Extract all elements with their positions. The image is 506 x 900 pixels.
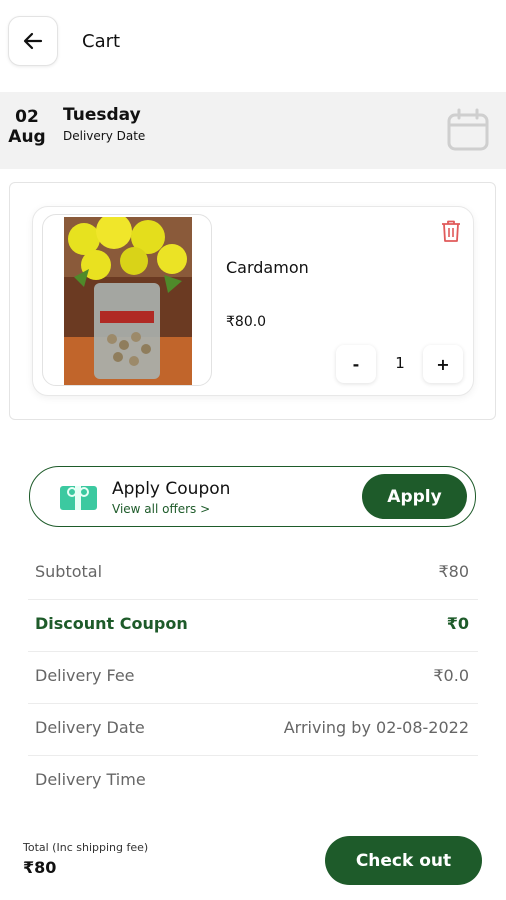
- view-offers-link[interactable]: View all offers >: [112, 502, 210, 516]
- summary-row-delivery-time: Delivery Time: [28, 756, 478, 808]
- total-value: ₹80: [23, 858, 57, 877]
- summary-row-delivery-fee: Delivery Fee ₹0.0: [28, 652, 478, 704]
- summary-row-discount: Discount Coupon ₹0: [28, 600, 478, 652]
- delivery-date-label: Delivery Date: [63, 129, 146, 143]
- apply-coupon-button[interactable]: Apply: [362, 474, 467, 519]
- summary-label: Delivery Date: [35, 718, 145, 737]
- summary-label: Discount Coupon: [35, 614, 188, 633]
- summary-value: ₹0.0: [433, 666, 469, 685]
- delivery-weekday: Tuesday: [63, 105, 141, 125]
- quantity-decrease-button[interactable]: -: [336, 345, 376, 383]
- trash-icon[interactable]: [440, 219, 462, 243]
- arrow-left-icon: [23, 32, 43, 50]
- product-price: ₹80.0: [226, 314, 267, 330]
- coupon-title: Apply Coupon: [112, 479, 231, 499]
- checkout-button[interactable]: Check out: [325, 836, 482, 885]
- delivery-day-number: 02: [15, 107, 39, 127]
- summary-value: Arriving by 02-08-2022: [283, 718, 469, 737]
- back-button[interactable]: [8, 16, 58, 66]
- quantity-increase-button[interactable]: +: [423, 345, 463, 383]
- summary-row-subtotal: Subtotal ₹80: [28, 548, 478, 600]
- summary-label: Delivery Time: [35, 770, 146, 789]
- total-label: Total (Inc shipping fee): [23, 841, 149, 854]
- summary-value: ₹80: [438, 562, 469, 581]
- coupon-icon: [60, 486, 97, 510]
- summary-label: Subtotal: [35, 562, 103, 581]
- delivery-month: Aug: [8, 127, 46, 147]
- page-title: Cart: [82, 31, 121, 52]
- quantity-value: 1: [395, 354, 405, 372]
- product-name: Cardamon: [226, 258, 309, 277]
- summary-value: ₹0: [446, 614, 469, 633]
- delivery-date-badge: 02 Aug: [0, 107, 54, 147]
- calendar-icon[interactable]: [446, 108, 490, 152]
- product-image: [42, 214, 212, 386]
- app-header: Cart: [0, 0, 506, 88]
- summary-row-delivery-date: Delivery Date Arriving by 02-08-2022: [28, 704, 478, 756]
- summary-label: Delivery Fee: [35, 666, 135, 685]
